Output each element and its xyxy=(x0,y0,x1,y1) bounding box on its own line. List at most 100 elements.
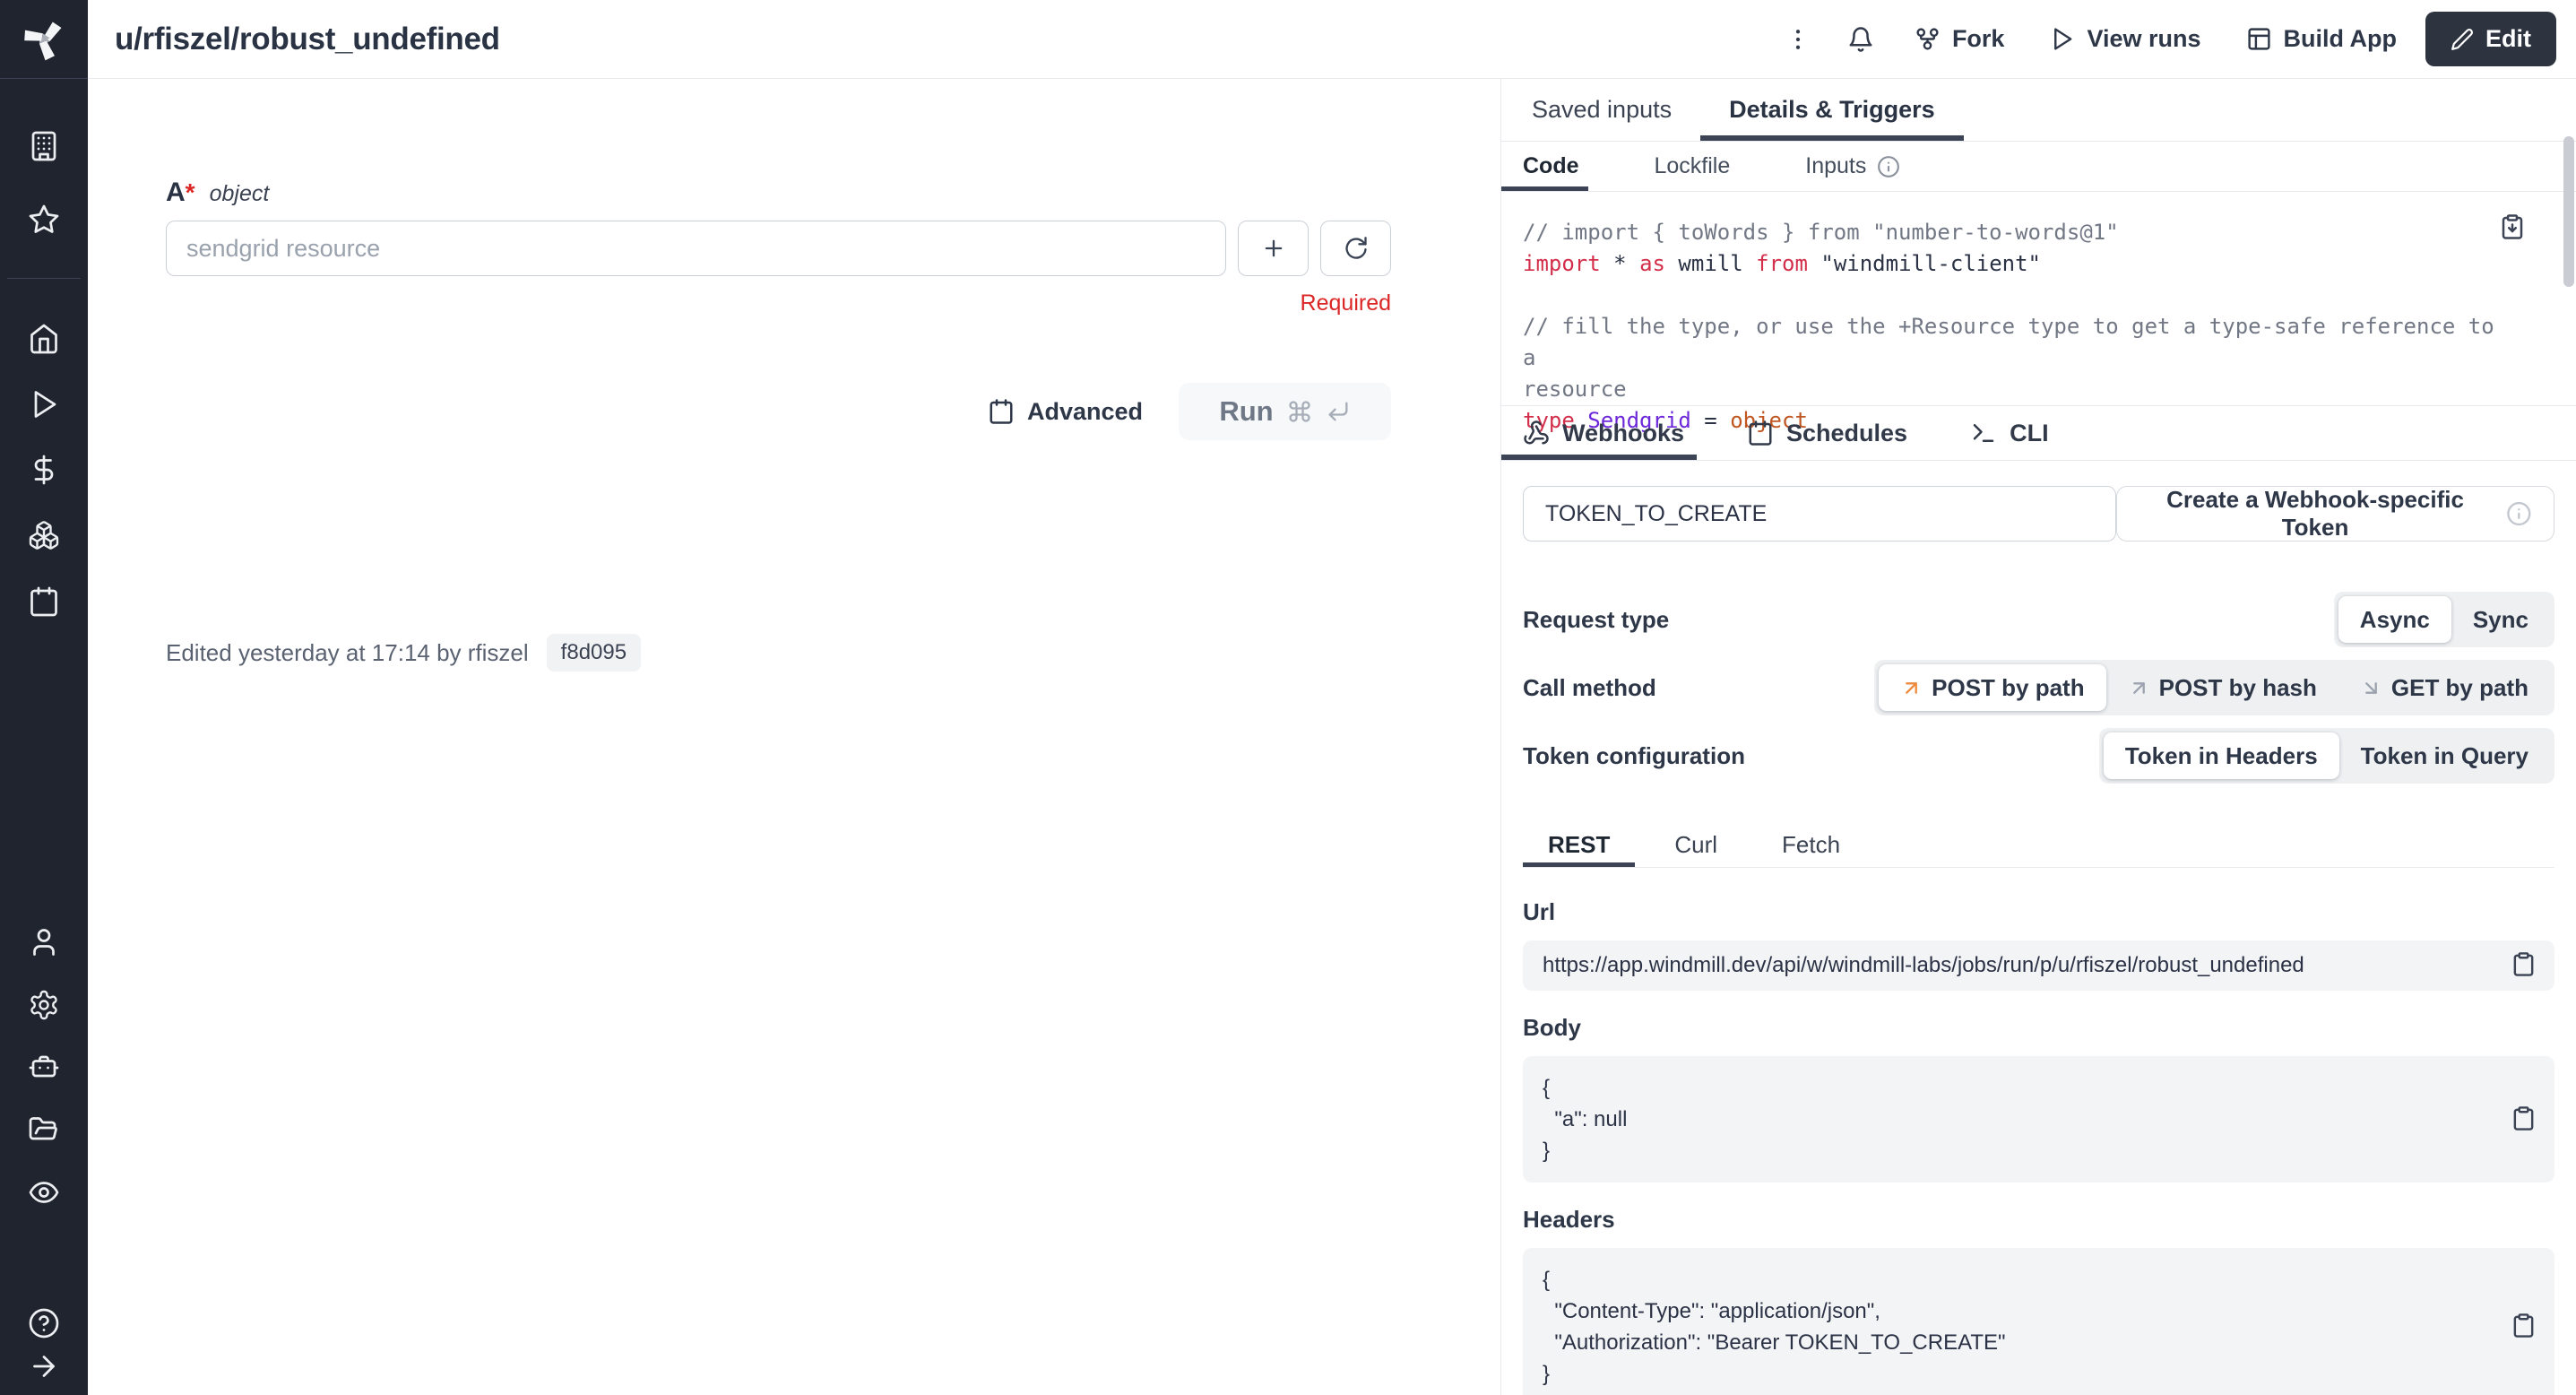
request-type-sync[interactable]: Sync xyxy=(2451,596,2550,643)
tab-inputs-label: Inputs xyxy=(1805,153,1866,179)
reset-button[interactable] xyxy=(1320,221,1391,276)
advanced-button[interactable]: Advanced xyxy=(988,398,1143,426)
token-in-headers[interactable]: Token in Headers xyxy=(2104,732,2339,779)
code-preview[interactable]: // import { toWords } from "number-to-wo… xyxy=(1501,192,2576,405)
clipboard-copy-icon xyxy=(2499,213,2526,240)
corner-down-left-icon xyxy=(1326,399,1351,424)
tab-cli[interactable]: CLI xyxy=(1970,406,2049,460)
create-webhook-token-button[interactable]: Create a Webhook-specific Token xyxy=(2116,486,2554,542)
call-method-label-text: POST by path xyxy=(1932,674,2084,702)
call-method-get-by-path[interactable]: GET by path xyxy=(2338,664,2550,711)
add-property-button[interactable] xyxy=(1238,221,1309,276)
webhook-token-input[interactable] xyxy=(1523,486,2116,542)
tab-rest[interactable]: REST xyxy=(1523,823,1635,867)
object-input[interactable] xyxy=(166,221,1226,276)
fork-button[interactable]: Fork xyxy=(1898,14,2021,64)
folder-icon[interactable] xyxy=(22,1109,65,1152)
run-form-pane: A*object Required xyxy=(88,79,1500,1395)
run-button[interactable]: Run xyxy=(1179,383,1391,440)
boxes-icon[interactable] xyxy=(22,514,65,557)
url-label: Url xyxy=(1523,898,2554,926)
info-icon xyxy=(2506,500,2532,527)
tab-inputs[interactable]: Inputs xyxy=(1805,142,1900,191)
panel-scrollbar[interactable] xyxy=(2563,136,2574,287)
bell-icon xyxy=(1847,26,1874,53)
calendar-icon[interactable] xyxy=(22,580,65,623)
advanced-label: Advanced xyxy=(1027,398,1143,426)
call-method-label-text: GET by path xyxy=(2391,674,2528,702)
bell-button[interactable] xyxy=(1836,14,1886,65)
trigger-tabs: Webhooks Schedules CLI xyxy=(1501,405,2576,461)
arrow-right-icon[interactable] xyxy=(22,1345,65,1388)
page-title: u/rfiszel/robust_undefined xyxy=(115,22,500,57)
headers-line: "Content-Type": "application/json", xyxy=(1543,1295,2492,1327)
url-value: https://app.windmill.dev/api/w/windmill-… xyxy=(1543,953,2304,978)
copy-code-button[interactable] xyxy=(2499,213,2526,243)
code-token: as xyxy=(1639,251,1665,276)
building-icon[interactable] xyxy=(22,125,65,168)
tab-code[interactable]: Code xyxy=(1523,142,1579,191)
build-app-label: Build App xyxy=(2284,25,2397,53)
home-icon[interactable] xyxy=(22,317,65,360)
windmill-logo[interactable] xyxy=(0,0,88,79)
calendar-icon xyxy=(1747,420,1774,446)
tab-details-triggers[interactable]: Details & Triggers xyxy=(1729,79,1935,141)
build-app-button[interactable]: Build App xyxy=(2230,14,2413,64)
play-icon[interactable] xyxy=(22,383,65,426)
call-method-label-text: POST by hash xyxy=(2159,674,2317,702)
copy-headers-button[interactable] xyxy=(2511,1313,2537,1341)
eye-icon[interactable] xyxy=(22,1171,65,1214)
star-icon[interactable] xyxy=(22,198,65,241)
code-token: * xyxy=(1601,251,1639,276)
user-icon[interactable] xyxy=(22,921,65,964)
tab-fetch[interactable]: Fetch xyxy=(1757,823,1865,867)
arrow-up-right-icon xyxy=(1900,677,1923,699)
view-runs-button[interactable]: View runs xyxy=(2033,14,2217,64)
git-fork-icon xyxy=(1915,26,1941,52)
tab-saved-inputs[interactable]: Saved inputs xyxy=(1532,79,1672,141)
version-badge[interactable]: f8d095 xyxy=(547,634,641,672)
code-token: from xyxy=(1756,251,1808,276)
gear-icon[interactable] xyxy=(22,983,65,1027)
help-icon[interactable] xyxy=(22,1302,65,1345)
play-outline-icon xyxy=(2049,26,2075,52)
refresh-icon xyxy=(1344,236,1369,261)
webhook-icon xyxy=(1523,420,1550,446)
sidebar-divider xyxy=(7,278,81,279)
tab-curl[interactable]: Curl xyxy=(1649,823,1742,867)
kebab-menu-icon xyxy=(1785,26,1811,53)
tab-schedules[interactable]: Schedules xyxy=(1747,406,1907,460)
code-comment-2-wrap: resource xyxy=(1523,377,1627,402)
tab-cli-label: CLI xyxy=(2010,420,2049,447)
request-type-async[interactable]: Async xyxy=(2338,596,2451,643)
call-method-post-by-hash[interactable]: POST by hash xyxy=(2106,664,2338,711)
body-line: "a": null xyxy=(1543,1104,2492,1135)
code-token: = xyxy=(1704,408,1730,433)
token-in-query[interactable]: Token in Query xyxy=(2339,732,2550,779)
tab-webhooks[interactable]: Webhooks xyxy=(1523,406,1684,460)
clipboard-icon xyxy=(2511,1313,2537,1339)
kebab-menu-button[interactable] xyxy=(1773,14,1823,65)
headers-line: { xyxy=(1543,1264,2492,1295)
calendar-icon xyxy=(988,398,1015,425)
plus-icon xyxy=(1261,236,1286,261)
url-box: https://app.windmill.dev/api/w/windmill-… xyxy=(1523,940,2554,991)
copy-url-button[interactable] xyxy=(2511,951,2537,980)
body-line: { xyxy=(1543,1072,2492,1104)
create-webhook-token-label: Create a Webhook-specific Token xyxy=(2139,486,2493,542)
clipboard-icon xyxy=(2511,951,2537,977)
edit-button[interactable]: Edit xyxy=(2425,12,2556,66)
code-comment-1: // import { toWords } from "number-to-wo… xyxy=(1523,220,2119,245)
required-asterisk: * xyxy=(186,178,195,206)
dollar-icon[interactable] xyxy=(22,448,65,491)
token-config-label: Token configuration xyxy=(1523,742,1745,770)
layout-icon xyxy=(2246,26,2272,52)
request-type-toggle: Async Sync xyxy=(2334,592,2554,647)
robot-icon[interactable] xyxy=(22,1046,65,1089)
edited-text: Edited yesterday at 17:14 by rfiszel xyxy=(166,639,529,667)
call-method-label: Call method xyxy=(1523,674,1656,702)
tab-lockfile[interactable]: Lockfile xyxy=(1655,142,1731,191)
body-label: Body xyxy=(1523,1014,2554,1042)
call-method-post-by-path[interactable]: POST by path xyxy=(1879,664,2105,711)
copy-body-button[interactable] xyxy=(2511,1105,2537,1134)
